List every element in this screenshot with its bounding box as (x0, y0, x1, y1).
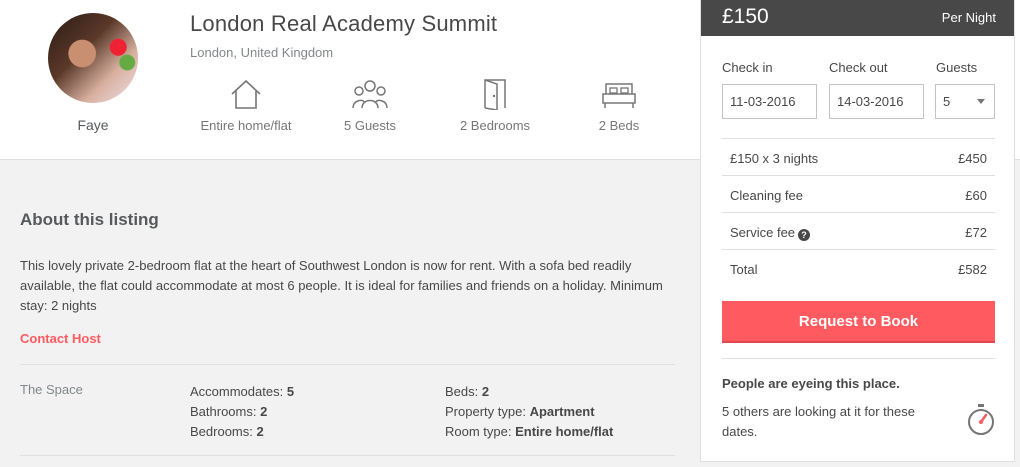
feature-label: Entire home/flat (200, 118, 292, 133)
space-detail: Bathrooms: 2 (190, 404, 268, 419)
feature-beds: 2 Beds (590, 78, 648, 133)
space-detail: Bedrooms: 2 (190, 424, 264, 439)
space-details-left: Accommodates: 5 Bathrooms: 2 Bedrooms: 2 (190, 382, 294, 442)
host-name[interactable]: Faye (48, 117, 138, 133)
fee-row-service: Service fee? £72 (722, 212, 995, 249)
feature-bedrooms: 2 Bedrooms (452, 78, 538, 133)
divider (20, 455, 675, 456)
about-description: This lovely private 2-bedroom flat at th… (20, 258, 663, 313)
space-details-right: Beds: 2 Property type: Apartment Room ty… (445, 382, 613, 442)
feature-room-type: Entire home/flat (190, 78, 302, 133)
booking-header: £150 Per Night (701, 0, 1014, 36)
guests-select-value: 5 (943, 94, 951, 109)
space-detail: Property type: Apartment (445, 404, 595, 419)
check-in-label: Check in (722, 60, 773, 75)
feature-label: 2 Beds (598, 118, 640, 133)
chevron-down-icon (977, 99, 985, 104)
guests-label: Guests (936, 60, 978, 75)
guests-select[interactable]: 5 (935, 84, 995, 119)
space-detail: Room type: Entire home/flat (445, 424, 614, 439)
divider (20, 364, 675, 365)
guests-icon (352, 80, 388, 109)
listing-title: London Real Academy Summit (190, 11, 498, 36)
bed-icon (602, 83, 636, 108)
about-title: About this listing (20, 210, 159, 229)
door-icon (484, 79, 506, 110)
check-out-input[interactable]: 14-03-2016 (829, 84, 924, 119)
check-out-label: Check out (829, 60, 888, 75)
question-icon[interactable]: ? (798, 229, 811, 241)
feature-guests: 5 Guests (330, 78, 410, 133)
fee-row-cleaning: Cleaning fee £60 (722, 175, 995, 212)
fee-row-nights: £150 x 3 nights £450 (722, 138, 995, 175)
nightly-price: £150 (722, 5, 769, 28)
feature-label: 5 Guests (343, 118, 397, 133)
booking-panel: £150 Per Night Check in Check out Guests… (700, 0, 1015, 462)
listing-location[interactable]: London, United Kingdom (190, 45, 333, 60)
house-icon (231, 79, 261, 109)
divider (722, 358, 995, 359)
check-in-input[interactable]: 11-03-2016 (722, 84, 817, 119)
space-detail: Beds: 2 (445, 384, 490, 399)
contact-host-link[interactable]: Contact Host (20, 331, 101, 346)
eyeing-text: 5 others are looking at it for these dat… (722, 404, 915, 439)
host-avatar[interactable] (48, 13, 138, 103)
stopwatch-icon (968, 404, 994, 435)
space-detail: Accommodates: 5 (190, 384, 295, 399)
feature-label: 2 Bedrooms (459, 118, 531, 133)
fee-row-total: Total £582 (722, 249, 995, 286)
per-night-label: Per Night (941, 10, 996, 25)
eyeing-title: People are eyeing this place. (722, 376, 900, 391)
request-to-book-button[interactable]: Request to Book (722, 301, 995, 343)
space-label: The Space (20, 382, 83, 397)
